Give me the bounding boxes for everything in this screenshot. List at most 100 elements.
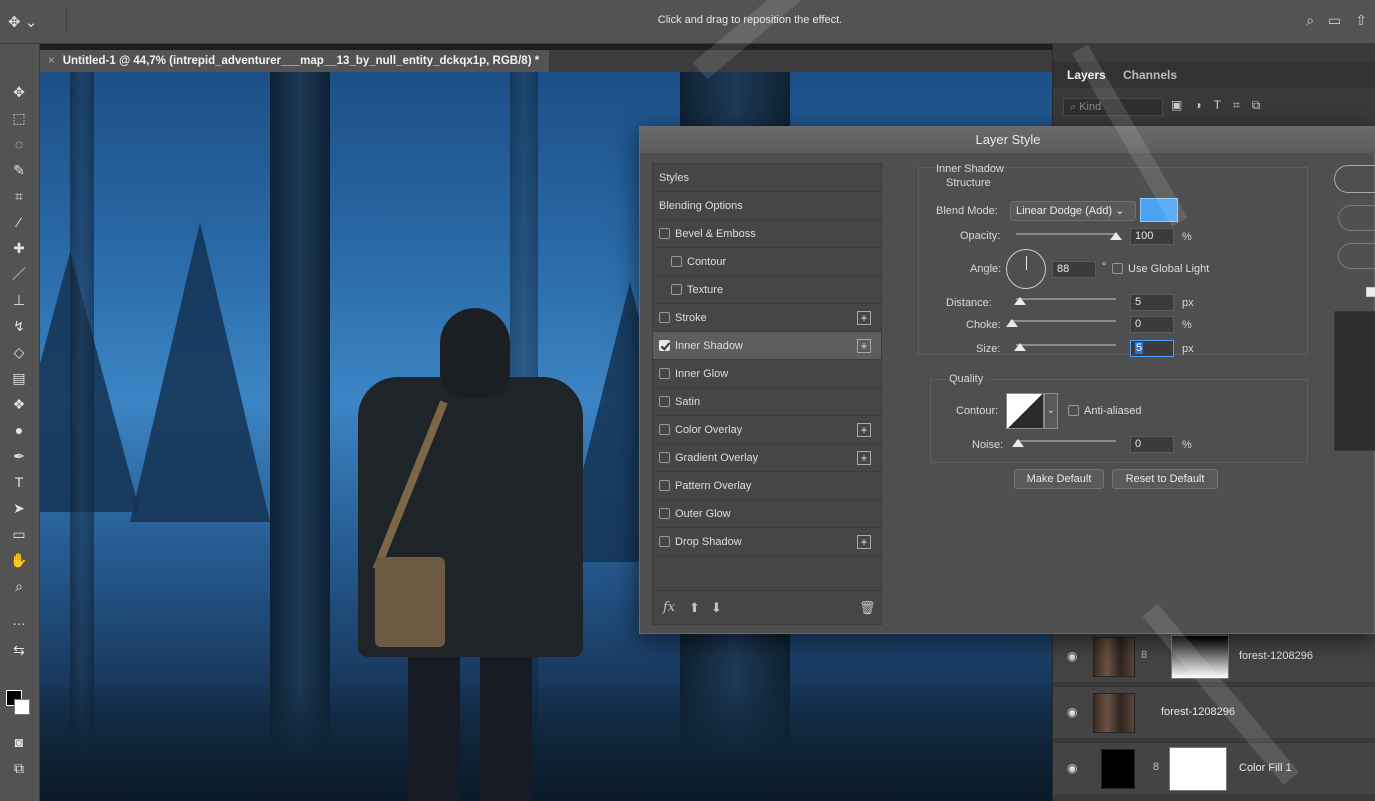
add-effect-icon[interactable]: + (857, 339, 871, 353)
history-brush-icon[interactable]: ↯ (8, 316, 30, 336)
distance-knob[interactable] (1014, 297, 1026, 305)
style-checkbox[interactable] (659, 479, 670, 491)
marquee-icon[interactable]: ⬚ (8, 108, 30, 128)
share-icon[interactable]: ⇧ (1355, 12, 1367, 29)
style-checkbox[interactable] (659, 367, 670, 379)
contour-dropdown-icon[interactable]: ⌄ (1044, 393, 1058, 429)
style-item[interactable]: Styles (653, 164, 881, 192)
visibility-eye-icon[interactable]: ◉ (1067, 705, 1077, 719)
size-slider[interactable] (1016, 344, 1116, 346)
pen-icon[interactable]: ✒ (8, 446, 30, 466)
style-item[interactable]: Blending Options (653, 192, 881, 220)
blur-icon[interactable]: ❖ (8, 394, 30, 414)
layer-row[interactable]: ◉ 8 forest-1208296 (1053, 630, 1375, 682)
style-item[interactable]: Bevel & Emboss (653, 220, 881, 248)
swap-colors-icon[interactable]: ⇆ (8, 640, 30, 660)
style-checkbox[interactable] (659, 339, 670, 351)
global-light-check[interactable] (1112, 262, 1123, 274)
anti-aliased-check[interactable] (1068, 404, 1079, 416)
style-item[interactable]: Stroke + (653, 304, 881, 332)
eyedropper-icon[interactable]: ⁄ (8, 212, 30, 232)
more-tools-icon[interactable]: … (8, 610, 30, 630)
healing-brush-icon[interactable]: ✚ (8, 238, 30, 258)
make-default-button[interactable]: Make Default (1014, 469, 1104, 489)
trash-icon[interactable]: 🗑 (859, 600, 876, 616)
workspace-icon[interactable]: ▭ (1328, 12, 1341, 29)
noise-slider[interactable] (1016, 440, 1116, 442)
size-knob[interactable] (1014, 343, 1026, 351)
document-tab[interactable]: × Untitled-1 @ 44,7% (intrepid_adventurer… (40, 50, 550, 72)
type-icon[interactable]: T (8, 472, 30, 492)
style-checkbox[interactable] (659, 535, 670, 547)
style-checkbox[interactable] (671, 283, 682, 295)
style-item[interactable]: Texture (653, 276, 881, 304)
tab-layers[interactable]: Layers (1067, 68, 1106, 82)
dialog-title[interactable]: Layer Style (640, 127, 1375, 153)
screen-mode-icon[interactable]: ⧉ (8, 758, 30, 778)
path-select-icon[interactable]: ➤ (8, 498, 30, 518)
size-input[interactable]: 5 (1130, 340, 1174, 357)
noise-input[interactable]: 0 (1130, 436, 1174, 453)
choke-knob[interactable] (1006, 319, 1018, 327)
crop-icon[interactable]: ⌗ (8, 186, 30, 206)
choke-input[interactable]: 0 (1130, 316, 1174, 333)
tab-channels[interactable]: Channels (1123, 68, 1177, 82)
style-checkbox[interactable] (659, 451, 670, 463)
kind-filter-select[interactable]: ⌕ Kind (1063, 98, 1163, 116)
shadow-color-swatch[interactable] (1140, 198, 1178, 222)
style-item[interactable]: Outer Glow (653, 500, 881, 528)
cancel-button[interactable] (1338, 205, 1375, 231)
stamp-icon[interactable]: ⊥ (8, 290, 30, 310)
use-global-light-checkbox[interactable]: Use Global Light (1112, 255, 1232, 283)
style-item[interactable]: Color Overlay + (653, 416, 881, 444)
hand-icon[interactable]: ✋ (8, 550, 30, 570)
distance-slider[interactable] (1016, 298, 1116, 300)
type-filter-icon[interactable]: T (1214, 98, 1221, 113)
close-tab-icon[interactable]: × (48, 55, 55, 67)
zoom-icon[interactable]: ⌕ (8, 576, 30, 596)
layer-row[interactable]: ◉ 8 Color Fill 1 (1053, 742, 1375, 794)
opacity-input[interactable]: 100 (1130, 228, 1174, 245)
move-down-icon[interactable]: ⬇ (711, 600, 722, 616)
add-effect-icon[interactable]: + (857, 535, 871, 549)
opacity-slider[interactable] (1016, 233, 1116, 235)
reset-to-default-button[interactable]: Reset to Default (1112, 469, 1218, 489)
blend-mode-select[interactable]: Linear Dodge (Add) ⌄ (1010, 201, 1136, 221)
move-icon[interactable]: ✥ (8, 82, 30, 102)
rectangle-icon[interactable]: ▭ (8, 524, 30, 544)
layer-row[interactable]: ◉ forest-1208296 (1053, 686, 1375, 738)
preview-checkbox[interactable] (1366, 287, 1375, 297)
shape-filter-icon[interactable]: ⌗ (1233, 98, 1240, 113)
layer-mask-thumbnail[interactable] (1169, 747, 1227, 791)
add-effect-icon[interactable]: + (857, 311, 871, 325)
style-item[interactable]: Gradient Overlay + (653, 444, 881, 472)
ok-button[interactable] (1334, 165, 1375, 193)
quick-mask-icon[interactable]: ◙ (8, 732, 30, 752)
add-effect-icon[interactable]: + (857, 451, 871, 465)
choke-slider[interactable] (1010, 320, 1116, 322)
style-item[interactable]: Drop Shadow + (653, 528, 881, 556)
style-checkbox[interactable] (659, 395, 670, 407)
lasso-icon[interactable]: ◌ (8, 134, 30, 154)
style-checkbox[interactable] (659, 227, 670, 239)
quick-select-icon[interactable]: ✎ (8, 160, 30, 180)
style-item[interactable]: Contour (653, 248, 881, 276)
smart-object-filter-icon[interactable]: ⧉ (1252, 98, 1261, 113)
background-color-swatch[interactable] (14, 699, 30, 715)
search-icon[interactable]: ⌕ (1306, 12, 1314, 29)
style-item[interactable]: Satin (653, 388, 881, 416)
visibility-eye-icon[interactable]: ◉ (1067, 649, 1077, 663)
eraser-icon[interactable]: ◇ (8, 342, 30, 362)
angle-input[interactable]: 88 (1052, 261, 1096, 278)
style-checkbox[interactable] (671, 255, 682, 267)
style-item[interactable]: Inner Glow (653, 360, 881, 388)
move-up-icon[interactable]: ⬆ (689, 600, 700, 616)
style-checkbox[interactable] (659, 507, 670, 519)
fx-icon[interactable]: fx (663, 600, 675, 615)
add-effect-icon[interactable]: + (857, 423, 871, 437)
angle-dial[interactable] (1006, 249, 1046, 289)
dodge-icon[interactable]: ● (8, 420, 30, 440)
style-checkbox[interactable] (659, 311, 670, 323)
style-item[interactable]: Pattern Overlay (653, 472, 881, 500)
style-checkbox[interactable] (659, 423, 670, 435)
